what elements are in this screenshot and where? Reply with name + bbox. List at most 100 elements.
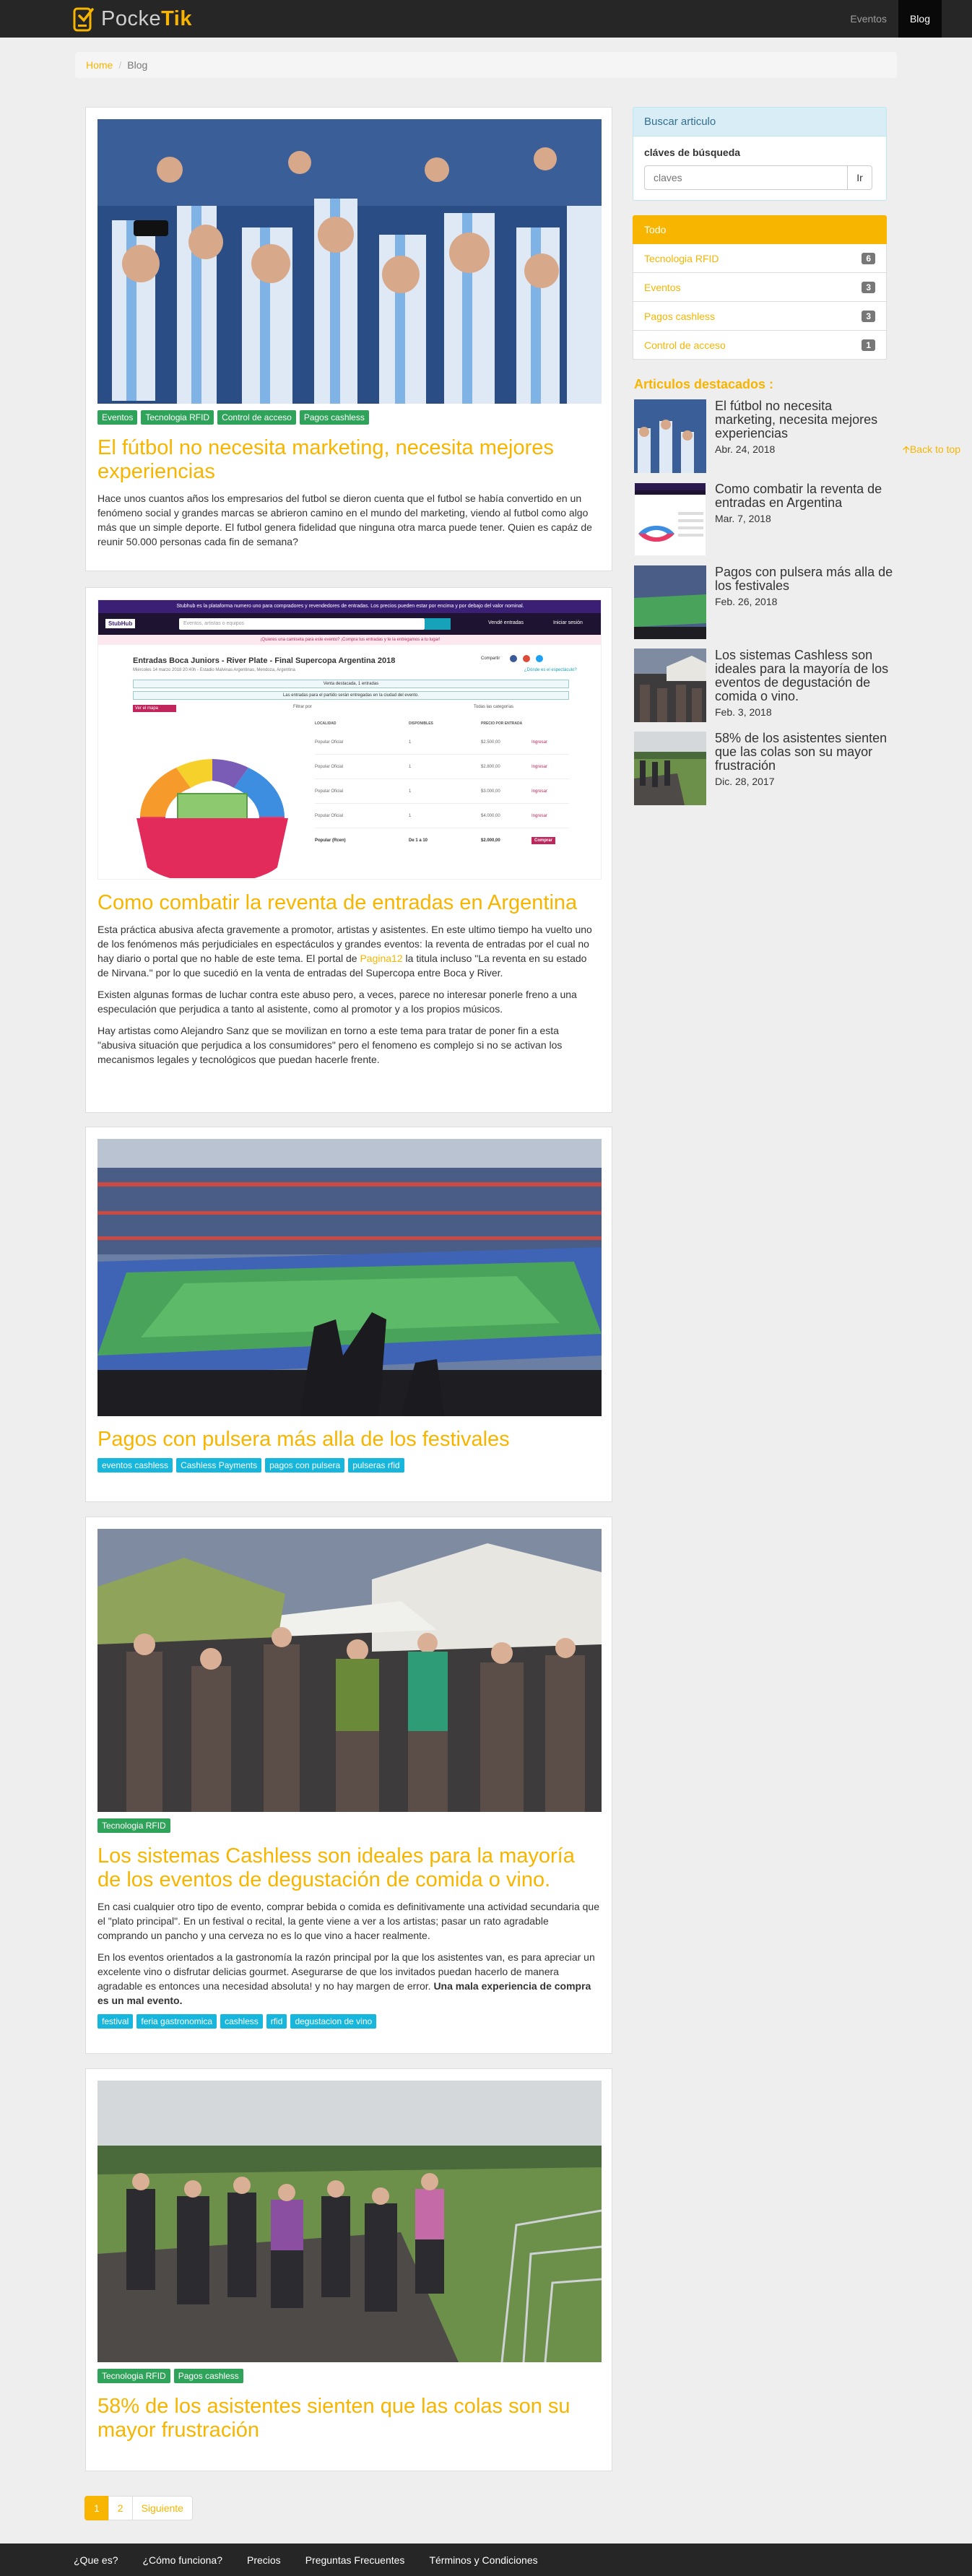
- footer-link-precios[interactable]: Precios: [247, 2554, 281, 2566]
- nav-blog[interactable]: Blog: [898, 0, 942, 38]
- screenshot-banner: Stubhub es la plataforma numero uno para…: [98, 600, 601, 613]
- category-count-badge: 1: [862, 339, 875, 351]
- featured-article[interactable]: Los sistemas Cashless son ideales para l…: [634, 649, 894, 724]
- featured-title[interactable]: Como combatir la reventa de entradas en …: [715, 482, 894, 510]
- tag-feria-gastronomica[interactable]: feria gastronomica: [136, 2014, 217, 2029]
- featured-date: Mar. 7, 2018: [715, 513, 771, 524]
- featured-title[interactable]: Los sistemas Cashless son ideales para l…: [715, 649, 894, 703]
- tag-festival[interactable]: festival: [97, 2014, 134, 2029]
- post-title[interactable]: Como combatir la reventa de entradas en …: [97, 891, 600, 915]
- featured-heading: Articulos destacados :: [634, 377, 774, 391]
- post-paragraph: Existen algunas formas de luchar contra …: [97, 989, 577, 1015]
- tag-cashless-payments[interactable]: Cashless Payments: [176, 1458, 262, 1473]
- screenshot-col-localidad: LOCALIDAD: [315, 721, 337, 726]
- blog-post: Eventos Tecnologia RFID Control de acces…: [85, 107, 612, 571]
- breadcrumb-current: Blog: [127, 59, 148, 71]
- nav-eventos[interactable]: Eventos: [838, 0, 898, 38]
- category-control-de-acceso[interactable]: Control de acceso 1: [633, 331, 887, 360]
- screenshot-row-loc: Popular (Rcen): [315, 838, 346, 843]
- post-excerpt: Hace unos cuantos años los empresarios d…: [97, 493, 592, 547]
- featured-thumbnail[interactable]: [634, 565, 706, 639]
- tag-tecnologia-rfid[interactable]: Tecnologia RFID: [97, 1818, 170, 1833]
- featured-article[interactable]: El fútbol no necesita marketing, necesit…: [634, 399, 894, 475]
- post-image-football-fans[interactable]: [97, 119, 602, 404]
- featured-thumbnail[interactable]: [634, 482, 706, 556]
- screenshot-sort: Todas las categorías: [474, 705, 514, 709]
- pagination: 1 2 Siguiente: [84, 2496, 193, 2520]
- page-1-button[interactable]: 1: [84, 2496, 109, 2520]
- search-input[interactable]: [644, 165, 848, 190]
- category-label: Eventos: [644, 281, 681, 293]
- post-title[interactable]: El fútbol no necesita marketing, necesit…: [97, 436, 600, 484]
- tag-pagos-cashless[interactable]: Pagos cashless: [299, 410, 369, 425]
- tag-rfid[interactable]: rfid: [266, 2014, 287, 2029]
- category-count-badge: 3: [862, 281, 875, 293]
- featured-thumbnail[interactable]: [634, 399, 706, 473]
- category-eventos[interactable]: Eventos 3: [633, 273, 887, 302]
- screenshot-note-2: Las entradas para el partido serán entre…: [133, 691, 569, 700]
- featured-title[interactable]: Pagos con pulsera más alla de los festiv…: [715, 565, 894, 593]
- tag-degustacion-de-vino[interactable]: degustacion de vino: [290, 2014, 377, 2029]
- tag-pulseras-rfid[interactable]: pulseras rfid: [348, 1458, 404, 1473]
- post-image-food-festival[interactable]: [97, 1529, 602, 1812]
- screenshot-link-login: Iniciar sesión: [553, 620, 583, 625]
- post-image-stubhub-screenshot[interactable]: Stubhub es la plataforma numero uno para…: [97, 599, 602, 880]
- back-to-top-label: Back to top: [909, 443, 960, 455]
- featured-thumbnail[interactable]: [634, 649, 706, 722]
- main-nav: Eventos Blog: [838, 0, 942, 38]
- post-title[interactable]: 58% de los asistentes sienten que las co…: [97, 2395, 600, 2442]
- post-image-stadium[interactable]: [97, 1139, 602, 1416]
- tag-eventos-cashless[interactable]: eventos cashless: [97, 1458, 173, 1473]
- screenshot-row-qty: 1: [409, 813, 412, 818]
- search-button[interactable]: Ir: [848, 165, 872, 190]
- page-2-button[interactable]: 2: [108, 2496, 133, 2520]
- screenshot-row-loc: Popular Oficial: [315, 764, 344, 769]
- featured-thumbnail[interactable]: [634, 732, 706, 805]
- screenshot-ticket-row: Popular Oficial 1 $3.000,00 Ingresar: [315, 779, 569, 804]
- featured-title[interactable]: El fútbol no necesita marketing, necesit…: [715, 399, 894, 441]
- category-count-badge: 3: [862, 310, 875, 322]
- breadcrumb-home[interactable]: Home: [86, 59, 113, 71]
- tag-tecnologia-rfid[interactable]: Tecnologia RFID: [97, 2369, 170, 2383]
- tag-control-de-acceso[interactable]: Control de acceso: [217, 410, 296, 425]
- back-to-top-link[interactable]: 🡩Back to top: [903, 442, 960, 459]
- category-todo[interactable]: Todo: [633, 215, 887, 244]
- next-page-button[interactable]: Siguiente: [131, 2496, 193, 2520]
- post-title[interactable]: Pagos con pulsera más alla de los festiv…: [97, 1428, 600, 1452]
- featured-article[interactable]: 58% de los asistentes sienten que las co…: [634, 732, 894, 807]
- featured-title[interactable]: 58% de los asistentes sienten que las co…: [715, 732, 894, 773]
- screenshot-row-action: Ingresar: [531, 789, 548, 794]
- screenshot-col-precio: PRECIO POR ENTRADA: [481, 721, 523, 726]
- featured-article[interactable]: Pagos con pulsera más alla de los festiv…: [634, 565, 894, 641]
- screenshot-link-sell: Vendé entradas: [488, 620, 524, 625]
- twitter-icon: [536, 655, 543, 662]
- featured-date: Dic. 28, 2017: [715, 776, 775, 787]
- category-pagos-cashless[interactable]: Pagos cashless 3: [633, 302, 887, 331]
- footer-link-terminos[interactable]: Términos y Condiciones: [429, 2554, 537, 2566]
- post-keyword-tags: festival feria gastronomica cashless rfi…: [97, 2014, 600, 2029]
- post-title[interactable]: Los sistemas Cashless son ideales para l…: [97, 1844, 600, 1892]
- screenshot-row-loc: Popular Oficial: [315, 740, 344, 745]
- brand-logo[interactable]: PockeTik: [72, 4, 192, 33]
- google-plus-icon: [523, 655, 530, 662]
- category-label: Tecnologia RFID: [644, 252, 719, 264]
- footer-link-preguntas-frecuentes[interactable]: Preguntas Frecuentes: [305, 2554, 405, 2566]
- footer-link-como-funciona[interactable]: ¿Cómo funciona?: [142, 2554, 222, 2566]
- post-image-festival-queue[interactable]: [97, 2081, 602, 2362]
- screenshot-ticket-row: Popular Oficial 1 $4.000,00 Ingresar: [315, 804, 569, 828]
- post-paragraph: En los eventos orientados a la gastronom…: [97, 1951, 595, 2006]
- featured-article[interactable]: Como combatir la reventa de entradas en …: [634, 482, 894, 558]
- footer-link-que-es[interactable]: ¿Que es?: [74, 2554, 118, 2566]
- blog-post: Stubhub es la plataforma numero uno para…: [85, 587, 612, 1113]
- tag-cashless[interactable]: cashless: [220, 2014, 263, 2029]
- tag-pagos-cashless[interactable]: Pagos cashless: [173, 2369, 243, 2383]
- pagina12-link[interactable]: Pagina12: [360, 953, 402, 964]
- arrow-up-icon: 🡩: [902, 443, 910, 455]
- screenshot-venue-question: ¿Dónde es el espectáculo?: [524, 668, 577, 672]
- screenshot-ticket-row: Popular Oficial 1 $2.800,00 Ingresar: [315, 755, 569, 779]
- tag-tecnologia-rfid[interactable]: Tecnologia RFID: [141, 410, 214, 425]
- post-tags: Tecnologia RFID: [97, 1818, 600, 1833]
- tag-pagos-con-pulsera[interactable]: pagos con pulsera: [265, 1458, 345, 1473]
- tag-eventos[interactable]: Eventos: [97, 410, 138, 425]
- category-tecnologia-rfid[interactable]: Tecnologia RFID 6: [633, 244, 887, 273]
